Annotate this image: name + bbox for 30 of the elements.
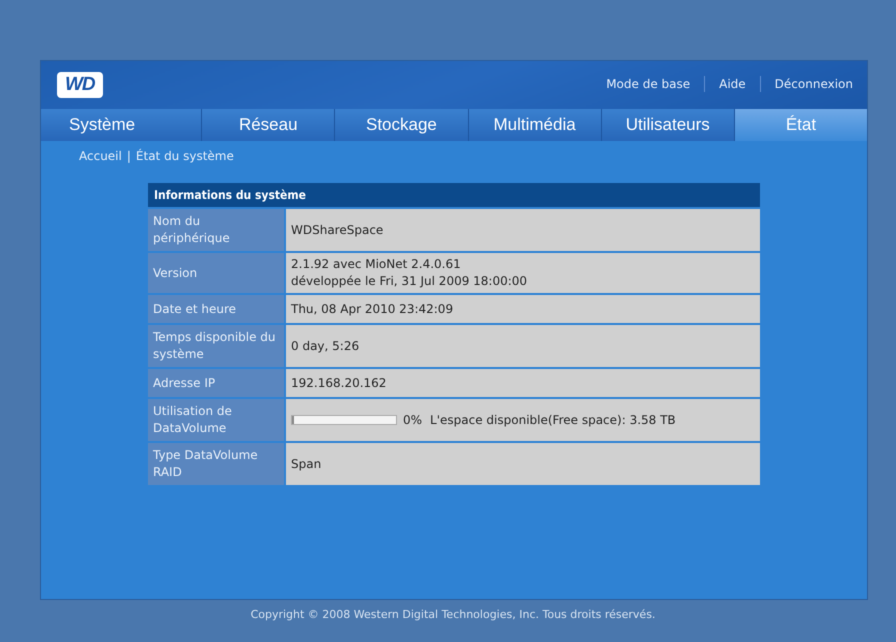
nav-tab[interactable]: Réseau bbox=[202, 109, 336, 141]
row-label: Nom du périphérique bbox=[148, 209, 284, 251]
logo: WD bbox=[57, 72, 103, 98]
row-label: Version bbox=[148, 253, 284, 293]
free-space: L'espace disponible(Free space): 3.58 TB bbox=[430, 412, 676, 428]
nav-tab[interactable]: Multimédia bbox=[468, 109, 602, 141]
row-label: Temps disponible du système bbox=[148, 325, 284, 367]
header-link[interactable]: Aide bbox=[719, 77, 746, 91]
nav-tab[interactable]: Système bbox=[41, 109, 202, 141]
row-value: 2.1.92 avec MioNet 2.4.0.61 développée le Fri, 31 Jul 2009 18:00:00 bbox=[284, 253, 760, 293]
breadcrumb-separator: | bbox=[126, 149, 131, 163]
row-value: 0 day, 5:26 bbox=[284, 325, 760, 367]
breadcrumb-link[interactable]: Accueil bbox=[79, 149, 122, 163]
usage-percent: 0% bbox=[403, 412, 422, 428]
nav-tab[interactable]: État bbox=[734, 109, 868, 141]
row-label: Date et heure bbox=[148, 295, 284, 323]
copyright: Copyright © 2008 Western Digital Technologies, Inc. Tous droits réservés. bbox=[250, 608, 656, 621]
row-value: Span bbox=[284, 443, 760, 485]
row-value: Thu, 08 Apr 2010 23:42:09 bbox=[284, 295, 760, 323]
nav-tab[interactable]: Stockage bbox=[335, 109, 469, 141]
row-value: WDShareSpace bbox=[284, 209, 760, 251]
row-label: Adresse IP bbox=[148, 369, 284, 397]
row-label: Utilisation de DataVolume bbox=[148, 399, 284, 441]
header-link[interactable]: Déconnexion bbox=[774, 77, 853, 91]
nav-tab[interactable]: Utilisateurs bbox=[602, 109, 735, 141]
table-title: Informations du système bbox=[148, 183, 760, 209]
row-value: 192.168.20.162 bbox=[284, 369, 760, 397]
row-label: Type DataVolume RAID bbox=[148, 443, 284, 485]
breadcrumb-current: État du système bbox=[136, 149, 234, 163]
header-link[interactable]: Mode de base bbox=[606, 77, 690, 91]
